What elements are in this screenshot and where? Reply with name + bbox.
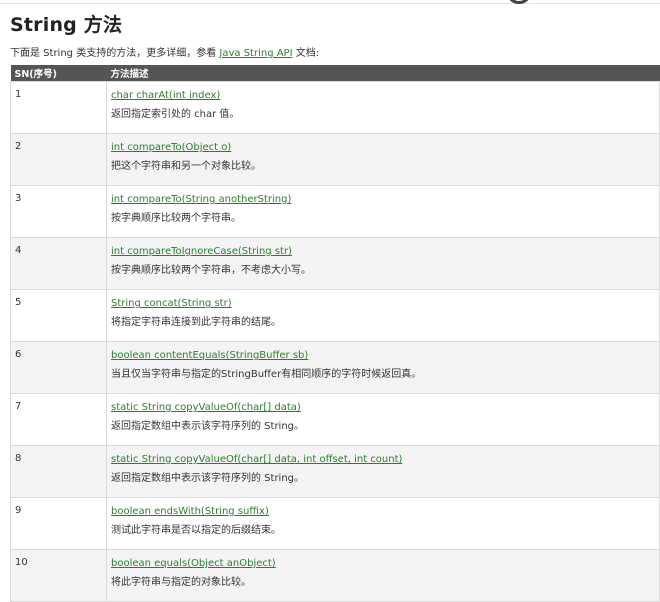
row-method-cell: String concat(String str) 将指定字符串连接到此字符串的结…	[106, 289, 660, 342]
java-string-api-link[interactable]: Java String API	[219, 48, 292, 59]
method-signature-link[interactable]: String concat(String str)	[111, 297, 659, 310]
method-signature-link[interactable]: boolean equals(Object anObject)	[111, 557, 659, 570]
method-signature-link[interactable]: static String copyValueOf(char[] data, i…	[111, 453, 659, 466]
row-sn: 3	[10, 185, 107, 238]
row-method-cell: char charAt(int index) 返回指定索引处的 char 值。	[106, 81, 660, 134]
method-signature-link[interactable]: int compareTo(String anotherString)	[111, 193, 659, 206]
row-sn: 8	[10, 445, 107, 498]
table-row: 3 int compareTo(String anotherString) 按字典顺…	[10, 185, 660, 238]
methods-table: SN(序号) 方法描述 1 char charAt(int index) 返回指定索…	[10, 65, 660, 602]
intro-text: 下面是 String 类支持的方法，更多详细，参看 Java String AP…	[10, 44, 319, 59]
table-row: 9 boolean endsWith(String suffix) 测试此字符串是否…	[10, 497, 660, 550]
method-description: 将指定字符串连接到此字符串的结尾。	[111, 317, 281, 328]
intro-suffix: 文档:	[292, 48, 320, 59]
table-row: 1 char charAt(int index) 返回指定索引处的 char 值。	[10, 81, 660, 134]
table-row: 8 static String copyValueOf(char[] data, …	[10, 445, 660, 498]
top-divider	[0, 3, 660, 4]
table-row: 10 boolean equals(Object anObject) 将此字符串与指…	[10, 549, 660, 602]
method-description: 按字典顺序比较两个字符串。	[111, 213, 241, 224]
row-method-cell: boolean endsWith(String suffix) 测试此字符串是否以…	[106, 497, 660, 550]
method-signature-link[interactable]: static String copyValueOf(char[] data)	[111, 401, 659, 414]
method-description: 测试此字符串是否以指定的后缀结束。	[111, 525, 281, 536]
row-sn: 10	[10, 549, 107, 602]
method-signature-link[interactable]: int compareToIgnoreCase(String str)	[111, 245, 659, 258]
method-signature-link[interactable]: int compareTo(Object o)	[111, 141, 659, 154]
row-method-cell: int compareToIgnoreCase(String str) 按字典顺序…	[106, 237, 660, 290]
table-row: 5 String concat(String str) 将指定字符串连接到此字符串的…	[10, 289, 660, 342]
table-row: 6 boolean contentEquals(StringBuffer sb) 当…	[10, 341, 660, 394]
row-sn: 7	[10, 393, 107, 446]
page-title: String 方法	[10, 14, 123, 36]
row-sn: 9	[10, 497, 107, 550]
method-description: 将此字符串与指定的对象比较。	[111, 577, 251, 588]
method-description: 返回指定索引处的 char 值。	[111, 109, 240, 120]
method-signature-link[interactable]: boolean endsWith(String suffix)	[111, 505, 659, 518]
method-description: 把这个字符串和另一个对象比较。	[111, 161, 261, 172]
row-sn: 1	[10, 81, 107, 134]
table-row: 7 static String copyValueOf(char[] data) 返…	[10, 393, 660, 446]
intro-prefix: 下面是 String 类支持的方法，更多详细，参看	[10, 48, 220, 59]
row-method-cell: static String copyValueOf(char[] data, i…	[106, 445, 660, 498]
header-sn: SN(序号)	[10, 65, 107, 82]
method-signature-link[interactable]: boolean contentEquals(StringBuffer sb)	[111, 349, 659, 362]
method-signature-link[interactable]: char charAt(int index)	[111, 89, 659, 102]
table-row: 2 int compareTo(Object o) 把这个字符串和另一个对象比较。	[10, 133, 660, 186]
row-sn: 5	[10, 289, 107, 342]
table-row: 4 int compareToIgnoreCase(String str) 按字典顺…	[10, 237, 660, 290]
header-description: 方法描述	[106, 65, 660, 82]
row-method-cell: boolean equals(Object anObject) 将此字符串与指定的…	[106, 549, 660, 602]
row-method-cell: boolean contentEquals(StringBuffer sb) 当且…	[106, 341, 660, 394]
table-header-row: SN(序号) 方法描述	[10, 65, 660, 82]
row-method-cell: static String copyValueOf(char[] data) 返回…	[106, 393, 660, 446]
row-method-cell: int compareTo(Object o) 把这个字符串和另一个对象比较。	[106, 133, 660, 186]
row-method-cell: int compareTo(String anotherString) 按字典顺序…	[106, 185, 660, 238]
method-description: 当且仅当字符串与指定的StringBuffer有相同顺序的字符时候返回真。	[111, 369, 422, 380]
method-description: 返回指定数组中表示该字符序列的 String。	[111, 421, 305, 432]
row-sn: 2	[10, 133, 107, 186]
method-description: 返回指定数组中表示该字符序列的 String。	[111, 473, 305, 484]
method-description: 按字典顺序比较两个字符串，不考虑大小写。	[111, 265, 311, 276]
row-sn: 4	[10, 237, 107, 290]
row-sn: 6	[10, 341, 107, 394]
